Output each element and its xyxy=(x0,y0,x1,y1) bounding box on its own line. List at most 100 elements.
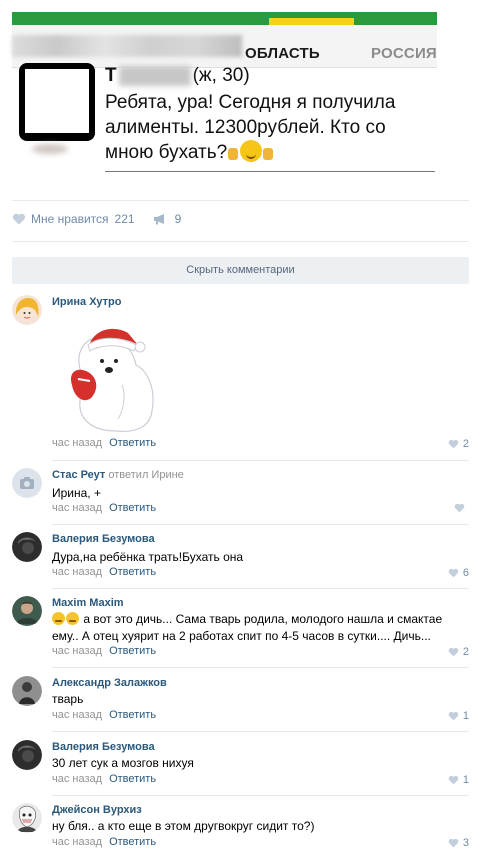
like-count: 2 xyxy=(462,646,469,658)
post-author: Т (ж, 30) xyxy=(105,64,250,88)
divider xyxy=(52,524,469,525)
comment-time: час назад xyxy=(52,437,103,449)
comment-meta: час назад Ответить xyxy=(52,773,156,785)
comment-time: час назад xyxy=(52,773,103,785)
avatar[interactable] xyxy=(12,295,42,325)
comment-like[interactable]: 6 xyxy=(448,567,469,579)
grin-emoji-icon xyxy=(240,140,263,162)
comment-item: Ирина Хутро час назад Ответить 2 xyxy=(12,295,469,461)
heart-icon xyxy=(448,568,459,578)
comment-author[interactable]: Валерия Безумова xyxy=(52,741,155,753)
divider xyxy=(52,795,469,796)
comment-meta: час назад Ответить xyxy=(52,566,156,578)
polar-bear-sticker xyxy=(52,315,172,433)
tab-region: ОБЛАСТЬ xyxy=(245,45,320,62)
comment-like[interactable]: 3 xyxy=(448,837,469,849)
post-text: Ребята, ура! Сегодня я получила алименты… xyxy=(105,90,430,165)
comment-item: Александр Залажков тварь час назад Ответи… xyxy=(12,676,469,732)
reply-link[interactable]: Ответить xyxy=(109,645,156,657)
like-count: 3 xyxy=(462,837,469,849)
comment-item: Валерия Безумова Дура,на ребёнка трать!Б… xyxy=(12,532,469,589)
comment-meta: час назад Ответить xyxy=(52,836,156,848)
comment-time: час назад xyxy=(52,645,103,657)
share-count: 9 xyxy=(174,212,182,226)
comment-like[interactable]: 1 xyxy=(448,710,469,722)
comment-meta: час назад Ответить xyxy=(52,645,156,657)
like-count: 2 xyxy=(462,438,469,450)
comment-author[interactable]: Стас Реут ответил Ирине xyxy=(52,469,184,481)
like-button[interactable]: Мне нравится xyxy=(31,212,109,226)
heart-icon xyxy=(448,838,459,848)
like-count: 6 xyxy=(462,567,469,579)
post-author-meta: (ж, 30) xyxy=(192,65,250,86)
like-count: 1 xyxy=(462,774,469,786)
comment-meta: час назад Ответить xyxy=(52,437,156,449)
comment-item: Валерия Безумова 30 лет сук а мозгов них… xyxy=(12,740,469,796)
camera-avatar-placeholder[interactable] xyxy=(12,468,42,498)
comment-author[interactable]: Ирина Хутро xyxy=(52,296,121,308)
comment-text: 30 лет сук а мозгов нихуя xyxy=(52,756,194,770)
post-author-avatar xyxy=(19,63,95,141)
divider xyxy=(52,460,469,461)
comment-like[interactable]: 1 xyxy=(448,774,469,786)
censor-blur xyxy=(118,66,191,86)
heart-icon xyxy=(448,439,459,449)
comment-body: а вот это дичь... Сама тварь родила, мол… xyxy=(52,612,443,643)
comment-text: а вот это дичь... Сама тварь родила, мол… xyxy=(52,611,469,645)
divider xyxy=(12,200,469,201)
comment-text: Ирина, + xyxy=(52,486,101,500)
blurred-tab xyxy=(12,35,242,57)
comment-item: Maxim Maxim а вот это дичь... Сама тварь… xyxy=(12,596,469,668)
heart-icon xyxy=(454,503,465,513)
comment-like[interactable]: 2 xyxy=(448,438,469,450)
heart-icon[interactable] xyxy=(12,213,26,225)
heart-icon xyxy=(448,647,459,657)
post-author-initial: Т xyxy=(105,65,117,86)
avatar[interactable] xyxy=(12,803,42,833)
like-count: 221 xyxy=(114,212,135,226)
comment-author[interactable]: Александр Залажков xyxy=(52,677,167,689)
comment-item: Стас Реут ответил Ирине Ирина, + час наз… xyxy=(12,468,469,525)
comment-text: Дура,на ребёнка трать!Бухать она xyxy=(52,550,244,564)
active-tab-indicator xyxy=(269,18,354,25)
post-divider xyxy=(105,171,435,172)
heart-icon xyxy=(448,711,459,721)
comment-item: Джейсон Вурхиз ну бля.. а кто еще в этом… xyxy=(12,803,469,855)
post-actions: Мне нравится 221 9 xyxy=(12,212,181,226)
megaphone-icon[interactable] xyxy=(153,213,169,225)
hide-comments-button[interactable]: Скрыть комментарии xyxy=(12,257,469,284)
post-screenshot: ОБЛАСТЬ РОССИЯ Т (ж, 30) Ребята, ура! Се… xyxy=(12,12,437,190)
reply-link[interactable]: Ответить xyxy=(109,773,156,785)
reply-link[interactable]: Ответить xyxy=(109,709,156,721)
comment-like[interactable]: 2 xyxy=(448,646,469,658)
tab-russia: РОССИЯ xyxy=(371,45,437,62)
neutral-emoji-icon xyxy=(52,612,65,625)
reply-link[interactable]: Ответить xyxy=(109,502,156,514)
region-tabs: ОБЛАСТЬ РОССИЯ xyxy=(12,25,437,68)
avatar[interactable] xyxy=(12,532,42,562)
comment-meta: час назад Ответить xyxy=(52,502,156,514)
thumbs-up-emoji-icon xyxy=(263,148,274,160)
avatar[interactable] xyxy=(12,740,42,770)
author-name[interactable]: Стас Реут xyxy=(52,469,105,481)
thumbs-up-emoji-icon xyxy=(228,148,239,160)
comment-author[interactable]: Джейсон Вурхиз xyxy=(52,804,142,816)
comment-time: час назад xyxy=(52,836,103,848)
avatar[interactable] xyxy=(12,676,42,706)
reply-link[interactable]: Ответить xyxy=(109,836,156,848)
comment-text: ну бля.. а кто еще в этом другвокруг сид… xyxy=(52,819,315,833)
comment-time: час назад xyxy=(52,709,103,721)
divider xyxy=(12,241,469,242)
comment-author[interactable]: Валерия Безумова xyxy=(52,533,155,545)
reply-link[interactable]: Ответить xyxy=(109,437,156,449)
comment-author[interactable]: Maxim Maxim xyxy=(52,597,124,609)
comment-meta: час назад Ответить xyxy=(52,709,156,721)
comment-like[interactable] xyxy=(454,503,469,513)
reply-link[interactable]: Ответить xyxy=(109,566,156,578)
header-accent-bar xyxy=(12,12,437,25)
like-count: 1 xyxy=(462,710,469,722)
heart-icon xyxy=(448,775,459,785)
replied-to: ответил Ирине xyxy=(108,469,184,481)
avatar[interactable] xyxy=(12,596,42,626)
comment-time: час назад xyxy=(52,566,103,578)
